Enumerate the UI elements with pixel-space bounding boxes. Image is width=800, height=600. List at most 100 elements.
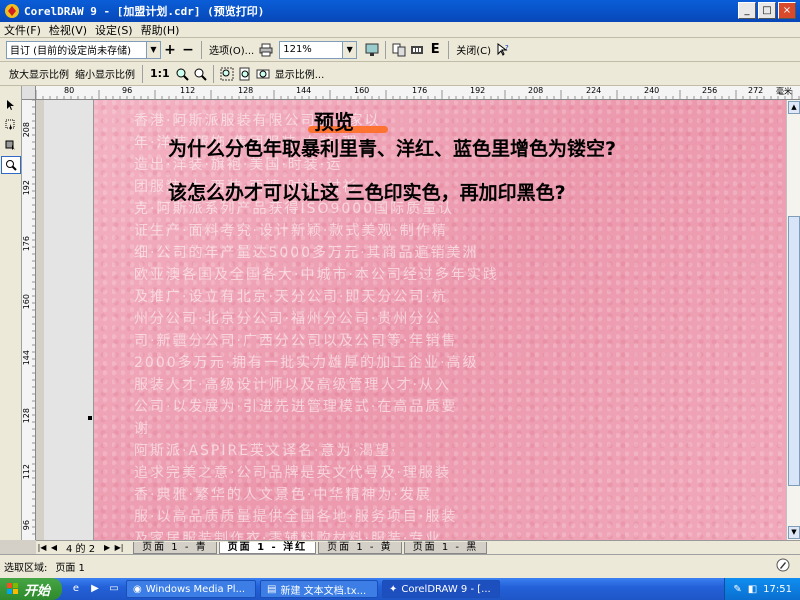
tab-page-black[interactable]: 页面 1 - 黑 <box>403 541 488 554</box>
ruler-label: 192 <box>22 180 31 196</box>
ruler-label: 80 <box>64 86 75 95</box>
tab-page-magenta[interactable]: 页面 1 - 洋红 <box>218 541 317 554</box>
notepad-icon: ▤ <box>267 583 277 595</box>
scroll-up-icon[interactable]: ▲ <box>788 101 800 114</box>
ruler-label: 192 <box>470 86 486 95</box>
printer-icon[interactable] <box>257 41 275 59</box>
ghost-text-line: 及推广·设立有北京·天分公司·即天分公司·杭 <box>134 289 448 305</box>
tab-page-cyan[interactable]: 页面 1 - 青 <box>133 541 217 554</box>
ruler-label: 176 <box>412 86 428 95</box>
ruler-label: 96 <box>22 520 31 531</box>
ruler-label: 272 <box>748 86 764 95</box>
task-notepad[interactable]: ▤ 新建 文本文档.tx... <box>260 580 378 598</box>
ghost-text-line: 阿斯派·ASPIRE英文译名·意为·渴望· <box>134 443 398 459</box>
language-icon[interactable]: ✎ <box>733 584 741 595</box>
toolbar-divider <box>142 64 143 83</box>
ghost-text-line: 证生产·面料考究·设计新颖·款式美观·制作精 <box>134 223 448 239</box>
menu-settings[interactable]: 设定(S) <box>95 22 133 38</box>
zoom-width-icon[interactable] <box>254 65 272 83</box>
first-page-icon[interactable]: |◀ <box>36 542 48 554</box>
marquee-tool-icon[interactable] <box>1 116 21 134</box>
menu-file[interactable]: 文件(F) <box>4 22 41 38</box>
separations-icon[interactable] <box>408 41 426 59</box>
prev-page-icon[interactable]: ◀ <box>48 542 60 554</box>
status-value: 页面 1 <box>55 563 85 574</box>
internet-explorer-icon[interactable]: e <box>68 581 84 597</box>
ghost-text-line: 服装人才·高级设计师以及高级管理人才·从入 <box>134 377 451 393</box>
zoom-page-icon[interactable] <box>236 65 254 83</box>
magnifier-icon[interactable] <box>173 65 191 83</box>
scroll-down-icon[interactable]: ▼ <box>788 526 800 539</box>
toolbar-divider <box>201 40 202 59</box>
task-label: Windows Media Pl... <box>145 583 246 595</box>
task-coreldraw[interactable]: ✦ CorelDRAW 9 - [... <box>382 580 500 598</box>
taskbar: 开始 e ▶ ▭ ◉ Windows Media Pl... ▤ 新建 文本文档… <box>0 578 800 600</box>
svg-text:?: ? <box>505 44 509 52</box>
ruler-label: 128 <box>22 408 31 424</box>
close-window-button[interactable]: × <box>778 2 796 19</box>
zoom-toolbar: 放大显示比例 缩小显示比例 1:1 显示比例... <box>0 62 800 86</box>
ruler-label: 128 <box>238 86 254 95</box>
ghost-text-line: 司·新疆分公司·广西分公司以及公司等·年销售 <box>134 333 458 349</box>
toolbar-divider <box>212 64 214 83</box>
image-tool-icon[interactable] <box>1 136 21 154</box>
question-line-1: 为什么分色年取暴利里青、洋红、蓝色里增色为镂空? <box>168 138 617 160</box>
ruler-label: 112 <box>22 464 31 480</box>
task-label: 新建 文本文档.tx... <box>280 585 367 597</box>
monitor-icon[interactable] <box>363 41 381 59</box>
coreldraw-icon: ✦ <box>389 583 398 595</box>
zoom-out-button[interactable]: 缩小显示比例 <box>72 65 138 83</box>
status-label: 选取区域: <box>4 563 48 574</box>
media-player-icon[interactable]: ▶ <box>87 581 103 597</box>
layout-icon[interactable] <box>390 41 408 59</box>
minimize-button[interactable]: _ <box>738 2 756 19</box>
preset-value: 目订 (目前的设定尚未存储) <box>10 46 131 57</box>
zoom-select[interactable]: 121% ▼ <box>279 40 358 59</box>
preview-canvas[interactable]: 香港·阿斯派服装有限公司是一家以 年·洋装·服饰·集团服装·女装·理 造出·洋装·旗… <box>36 100 786 540</box>
vertical-scrollbar[interactable]: ▲ ▼ <box>786 100 800 540</box>
ghost-text-line: 州分公司·北京分公司·福州分公司·贵州分公 <box>134 311 442 327</box>
zoom-tool-icon[interactable] <box>1 156 21 174</box>
title-bar: CorelDRAW 9 - [加盟计划.cdr] (预览打印) _ □ × <box>0 0 800 22</box>
preview-heading: 预览 <box>314 110 354 134</box>
zoom-in-button[interactable]: 放大显示比例 <box>6 65 72 83</box>
page-tabs-bar: |◀ ◀ 4 的 2 ▶ ▶| 页面 1 - 青 页面 1 - 洋红 页面 1 … <box>36 540 800 555</box>
maximize-button[interactable]: □ <box>758 2 776 19</box>
menu-help[interactable]: 帮助(H) <box>141 22 180 38</box>
options-button[interactable]: 选项(O)... <box>206 41 257 59</box>
ghost-text-line: 香·典雅·繁华的人文景色·中华精神为·发展 <box>134 487 432 503</box>
one-to-one-button[interactable]: 1:1 <box>147 65 173 83</box>
zoom-value: 121% <box>283 44 312 55</box>
menu-bar: 文件(F) 检视(V) 设定(S) 帮助(H) <box>0 22 800 38</box>
last-page-icon[interactable]: ▶| <box>113 542 125 554</box>
zoom-fit-icon[interactable] <box>218 65 236 83</box>
plus-icon[interactable]: + <box>161 41 179 59</box>
question-line-2: 该怎么办才可以让这 三色印实色，再加印黑色? <box>168 182 566 204</box>
close-preview-button[interactable]: 关闭(C) <box>453 41 494 59</box>
ghost-text-block: 香港·阿斯派服装有限公司是一家以 年·洋装·服饰·集团服装·女装·理 造出·洋装·旗… <box>134 110 514 540</box>
pick-tool-icon[interactable] <box>1 96 21 114</box>
clock: 17:51 <box>763 583 792 595</box>
menu-view[interactable]: 检视(V) <box>49 22 87 38</box>
start-button[interactable]: 开始 <box>0 578 62 600</box>
emulsion-icon[interactable]: E <box>426 41 444 59</box>
ruler-label: 160 <box>22 294 31 310</box>
task-media-player[interactable]: ◉ Windows Media Pl... <box>126 580 256 598</box>
display-ratio-button[interactable]: 显示比例... <box>272 65 328 83</box>
next-page-icon[interactable]: ▶ <box>101 542 113 554</box>
ghost-text-line: 欧亚澳各国及全国各大·中城市·本公司经过多年实践 <box>134 267 499 283</box>
help-pointer-icon[interactable]: ? <box>494 41 512 59</box>
preset-select[interactable]: 目订 (目前的设定尚未存储) ▼ <box>6 40 161 59</box>
page-handle[interactable] <box>88 416 92 420</box>
show-desktop-icon[interactable]: ▭ <box>106 581 122 597</box>
ghost-text-line: 追求完美之意·公司品牌是英文代号及·理服装 <box>134 465 451 481</box>
ruler-label: 208 <box>22 122 31 138</box>
network-icon[interactable]: ◧ <box>748 584 757 595</box>
ruler-label: 144 <box>22 350 31 366</box>
tab-page-yellow[interactable]: 页面 1 - 黄 <box>318 541 402 554</box>
zoom-selected-icon[interactable] <box>191 65 209 83</box>
minus-icon[interactable]: − <box>179 41 197 59</box>
ruler-unit: 毫米 <box>776 87 792 96</box>
scroll-thumb[interactable] <box>788 216 800 486</box>
ghost-text-line: 及家居服装制作衣·零辅料购材料·服装·专业 <box>134 531 442 540</box>
